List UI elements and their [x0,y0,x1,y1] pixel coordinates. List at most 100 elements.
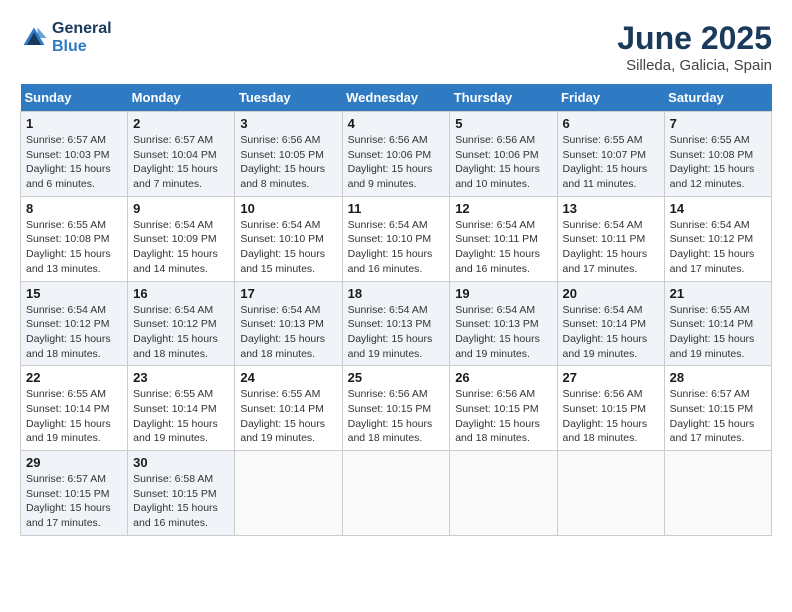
col-sunday: Sunday [21,84,128,112]
day-info: Sunrise: 6:56 AMSunset: 10:06 PMDaylight… [348,133,445,192]
col-wednesday: Wednesday [342,84,450,112]
day-number: 2 [133,116,229,131]
day-number: 24 [240,370,336,385]
day-info: Sunrise: 6:55 AMSunset: 10:14 PMDaylight… [670,303,766,362]
day-info: Sunrise: 6:58 AMSunset: 10:15 PMDaylight… [133,472,229,531]
day-info: Sunrise: 6:54 AMSunset: 10:10 PMDaylight… [240,218,336,277]
day-number: 18 [348,286,445,301]
calendar-cell: 13 Sunrise: 6:54 AMSunset: 10:11 PMDaylig… [557,196,664,281]
day-info: Sunrise: 6:57 AMSunset: 10:15 PMDaylight… [26,472,122,531]
calendar-week-row: 15 Sunrise: 6:54 AMSunset: 10:12 PMDaylig… [21,281,772,366]
calendar-cell: 10 Sunrise: 6:54 AMSunset: 10:10 PMDaylig… [235,196,342,281]
day-number: 9 [133,201,229,216]
day-info: Sunrise: 6:56 AMSunset: 10:15 PMDaylight… [455,387,551,446]
day-number: 10 [240,201,336,216]
calendar-cell: 20Sunrise: 6:54 AMSunset: 10:14 PMDaylig… [557,281,664,366]
calendar-cell: 22 Sunrise: 6:55 AMSunset: 10:14 PMDaylig… [21,366,128,451]
calendar-cell: 28 Sunrise: 6:57 AMSunset: 10:15 PMDaylig… [664,366,771,451]
page-header: General Blue June 2025 Silleda, Galicia,… [20,20,772,74]
calendar-cell: 14 Sunrise: 6:54 AMSunset: 10:12 PMDaylig… [664,196,771,281]
day-info: Sunrise: 6:54 AMSunset: 10:13 PMDaylight… [455,303,551,362]
calendar-cell: 29 Sunrise: 6:57 AMSunset: 10:15 PMDaylig… [21,451,128,536]
calendar-cell: 12 Sunrise: 6:54 AMSunset: 10:11 PMDaylig… [450,196,557,281]
calendar-cell: 6 Sunrise: 6:55 AMSunset: 10:07 PMDayligh… [557,112,664,197]
title-block: June 2025 Silleda, Galicia, Spain [617,20,772,74]
calendar-cell: 15 Sunrise: 6:54 AMSunset: 10:12 PMDaylig… [21,281,128,366]
calendar-cell: 30 Sunrise: 6:58 AMSunset: 10:15 PMDaylig… [128,451,235,536]
day-number: 30 [133,455,229,470]
day-number: 23 [133,370,229,385]
logo-icon [20,24,48,52]
day-number: 28 [670,370,766,385]
calendar-cell: 3 Sunrise: 6:56 AMSunset: 10:05 PMDayligh… [235,112,342,197]
calendar-cell: 7Sunrise: 6:55 AMSunset: 10:08 PMDayligh… [664,112,771,197]
day-info: Sunrise: 6:56 AMSunset: 10:15 PMDaylight… [563,387,659,446]
day-info: Sunrise: 6:54 AMSunset: 10:09 PMDaylight… [133,218,229,277]
calendar-cell: 26 Sunrise: 6:56 AMSunset: 10:15 PMDaylig… [450,366,557,451]
day-number: 5 [455,116,551,131]
day-number: 29 [26,455,122,470]
day-number: 16 [133,286,229,301]
day-info: Sunrise: 6:54 AMSunset: 10:13 PMDaylight… [348,303,445,362]
calendar-week-row: 8Sunrise: 6:55 AMSunset: 10:08 PMDayligh… [21,196,772,281]
day-info: Sunrise: 6:54 AMSunset: 10:13 PMDaylight… [240,303,336,362]
day-number: 6 [563,116,659,131]
day-info: Sunrise: 6:55 AMSunset: 10:07 PMDaylight… [563,133,659,192]
calendar-cell [557,451,664,536]
calendar-cell: 18 Sunrise: 6:54 AMSunset: 10:13 PMDaylig… [342,281,450,366]
day-number: 27 [563,370,659,385]
calendar-header-row: Sunday Monday Tuesday Wednesday Thursday… [21,84,772,112]
day-info: Sunrise: 6:54 AMSunset: 10:14 PMDaylight… [563,303,659,362]
day-number: 15 [26,286,122,301]
calendar-cell: 5Sunrise: 6:56 AMSunset: 10:06 PMDayligh… [450,112,557,197]
day-info: Sunrise: 6:56 AMSunset: 10:05 PMDaylight… [240,133,336,192]
day-info: Sunrise: 6:54 AMSunset: 10:11 PMDaylight… [563,218,659,277]
location-title: Silleda, Galicia, Spain [617,57,772,74]
logo-text: General Blue [52,20,112,56]
day-number: 17 [240,286,336,301]
calendar-table: Sunday Monday Tuesday Wednesday Thursday… [20,84,772,536]
calendar-cell: 4 Sunrise: 6:56 AMSunset: 10:06 PMDayligh… [342,112,450,197]
col-saturday: Saturday [664,84,771,112]
calendar-week-row: 29 Sunrise: 6:57 AMSunset: 10:15 PMDaylig… [21,451,772,536]
col-monday: Monday [128,84,235,112]
day-info: Sunrise: 6:55 AMSunset: 10:14 PMDaylight… [26,387,122,446]
day-number: 4 [348,116,445,131]
calendar-cell: 11Sunrise: 6:54 AMSunset: 10:10 PMDaylig… [342,196,450,281]
calendar-cell: 19Sunrise: 6:54 AMSunset: 10:13 PMDaylig… [450,281,557,366]
day-info: Sunrise: 6:54 AMSunset: 10:12 PMDaylight… [670,218,766,277]
calendar-cell: 24 Sunrise: 6:55 AMSunset: 10:14 PMDaylig… [235,366,342,451]
day-number: 13 [563,201,659,216]
day-info: Sunrise: 6:57 AMSunset: 10:04 PMDaylight… [133,133,229,192]
calendar-cell [450,451,557,536]
col-tuesday: Tuesday [235,84,342,112]
logo: General Blue [20,20,112,56]
day-number: 3 [240,116,336,131]
calendar-cell: 2 Sunrise: 6:57 AMSunset: 10:04 PMDayligh… [128,112,235,197]
day-number: 7 [670,116,766,131]
month-title: June 2025 [617,20,772,57]
day-number: 12 [455,201,551,216]
calendar-cell: 23 Sunrise: 6:55 AMSunset: 10:14 PMDaylig… [128,366,235,451]
day-info: Sunrise: 6:55 AMSunset: 10:14 PMDaylight… [240,387,336,446]
day-number: 22 [26,370,122,385]
calendar-cell: 27 Sunrise: 6:56 AMSunset: 10:15 PMDaylig… [557,366,664,451]
calendar-cell: 21 Sunrise: 6:55 AMSunset: 10:14 PMDaylig… [664,281,771,366]
day-info: Sunrise: 6:57 AMSunset: 10:15 PMDaylight… [670,387,766,446]
day-info: Sunrise: 6:54 AMSunset: 10:12 PMDaylight… [26,303,122,362]
day-number: 25 [348,370,445,385]
day-info: Sunrise: 6:55 AMSunset: 10:08 PMDaylight… [26,218,122,277]
calendar-cell [235,451,342,536]
day-number: 14 [670,201,766,216]
day-info: Sunrise: 6:54 AMSunset: 10:11 PMDaylight… [455,218,551,277]
day-info: Sunrise: 6:54 AMSunset: 10:12 PMDaylight… [133,303,229,362]
calendar-cell [664,451,771,536]
calendar-week-row: 1Sunrise: 6:57 AMSunset: 10:03 PMDayligh… [21,112,772,197]
calendar-cell: 16 Sunrise: 6:54 AMSunset: 10:12 PMDaylig… [128,281,235,366]
day-number: 26 [455,370,551,385]
calendar-body: 1Sunrise: 6:57 AMSunset: 10:03 PMDayligh… [21,112,772,536]
calendar-cell: 9 Sunrise: 6:54 AMSunset: 10:09 PMDayligh… [128,196,235,281]
day-number: 21 [670,286,766,301]
day-info: Sunrise: 6:55 AMSunset: 10:14 PMDaylight… [133,387,229,446]
calendar-cell: 17 Sunrise: 6:54 AMSunset: 10:13 PMDaylig… [235,281,342,366]
